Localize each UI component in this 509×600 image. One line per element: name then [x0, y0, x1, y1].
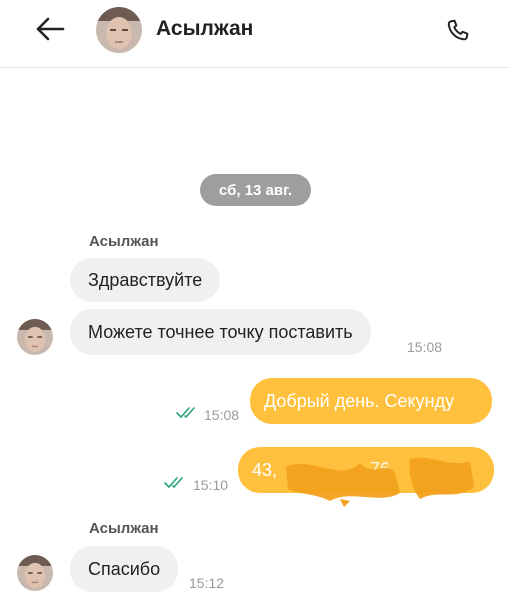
message-text: Здравствуйте [88, 269, 203, 290]
message-bubble-outgoing[interactable]: 43, 76 [238, 447, 494, 493]
contact-avatar[interactable] [96, 7, 142, 53]
chat-header: Асылжан [0, 0, 509, 68]
message-time: 15:08 [204, 407, 240, 423]
message-bubble-incoming[interactable]: Здравствуйте [70, 258, 221, 302]
message-text: Добрый день. Секунду [264, 390, 455, 411]
sender-avatar[interactable] [17, 319, 53, 355]
sender-avatar[interactable] [17, 555, 53, 591]
message-bubble-outgoing[interactable]: Добрый день. Секунду [250, 378, 492, 424]
read-check-icon [176, 407, 195, 418]
read-check-icon [164, 477, 183, 488]
arrow-left-icon [36, 17, 65, 41]
back-button[interactable] [32, 13, 68, 45]
message-text: Можете точнее точку поставить [88, 321, 353, 342]
message-bubble-incoming[interactable]: Можете точнее точку поставить [70, 309, 371, 355]
message-text: Спасибо [88, 558, 161, 579]
call-button[interactable] [440, 13, 476, 49]
message-text-start: 43, [252, 459, 278, 480]
message-bubble-incoming[interactable]: Спасибо [70, 546, 179, 592]
message-sender-name: Асылжан [89, 520, 159, 537]
message-text-mid: 76 [370, 459, 391, 479]
date-separator: сб, 13 авг. [200, 174, 311, 206]
message-time: 15:08 [407, 339, 443, 355]
phone-icon [447, 19, 469, 41]
contact-name[interactable]: Асылжан [156, 17, 253, 41]
message-time: 15:12 [189, 575, 225, 591]
message-sender-name: Асылжан [89, 233, 159, 250]
chat-screen: Асылжан сб, 13 авг. Асылжан Здравствуйте… [0, 0, 509, 600]
message-time: 15:10 [193, 477, 229, 493]
avatar-photo [96, 7, 142, 53]
